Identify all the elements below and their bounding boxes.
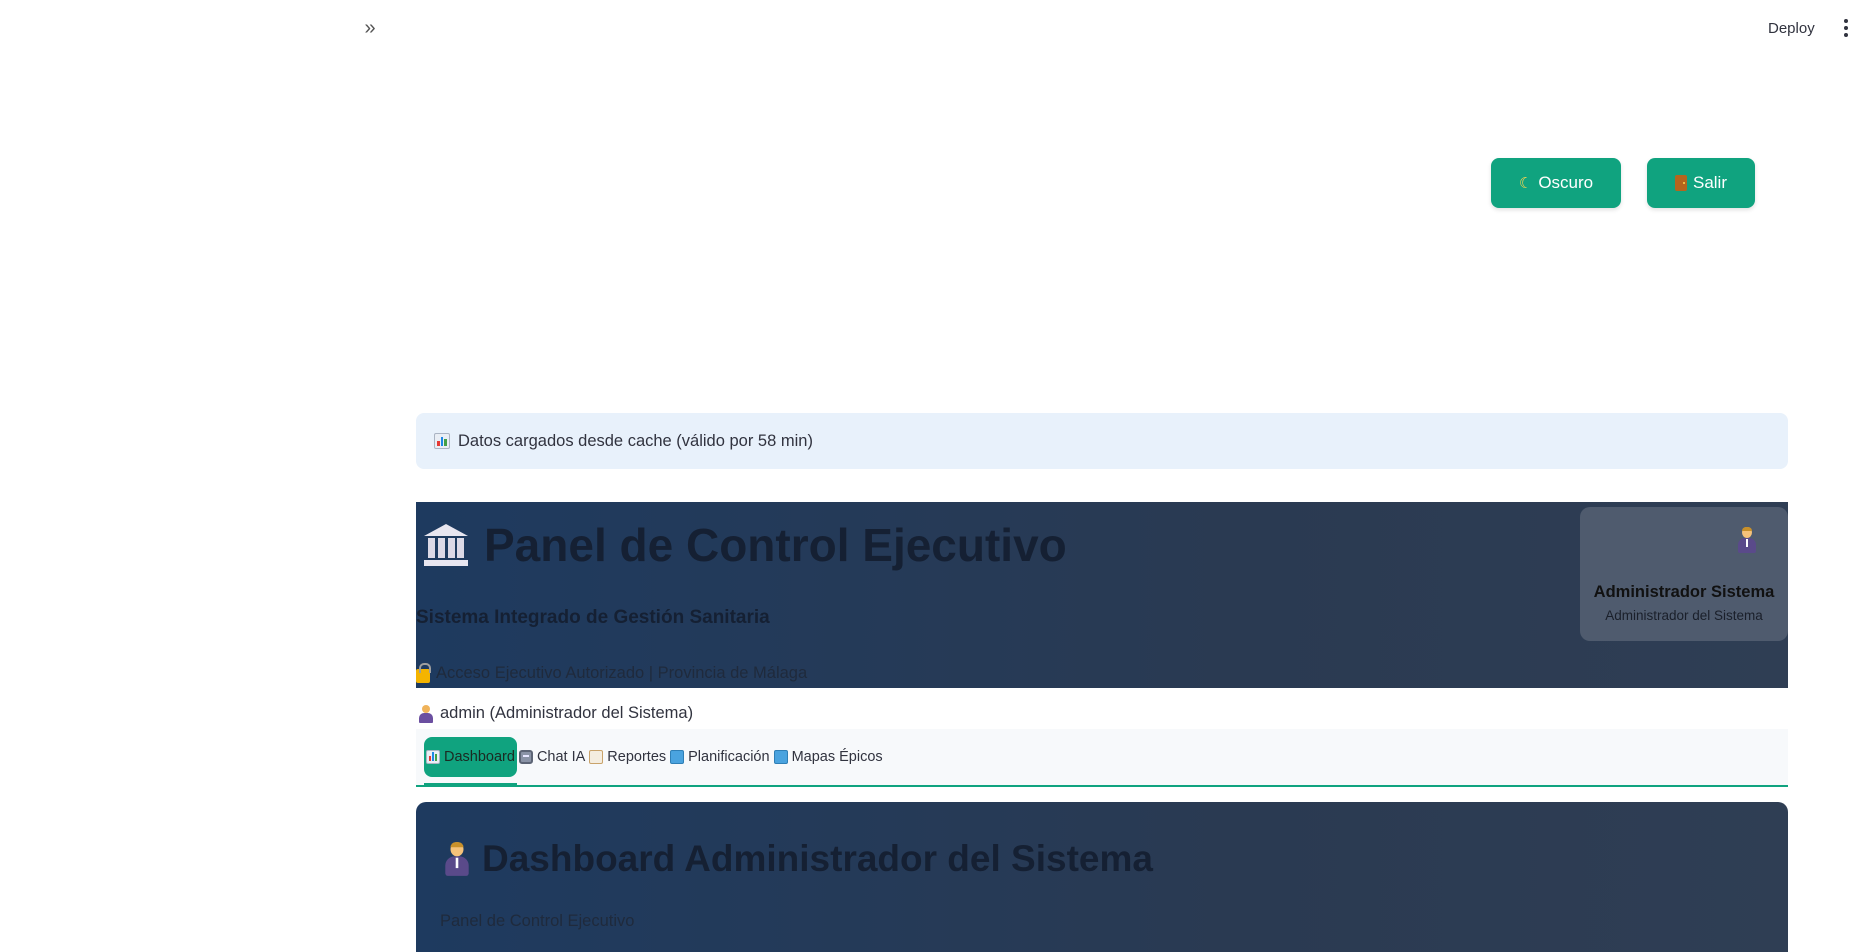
page-title-text: Panel de Control Ejecutivo [484, 519, 1067, 571]
businessman-icon [1736, 527, 1758, 553]
tab-planificacion[interactable]: Planificación [668, 737, 771, 777]
user-card: Administrador Sistema Administrador del … [1580, 507, 1788, 641]
chart-icon [434, 433, 450, 449]
tab-mapas-epicos[interactable]: Mapas Épicos [772, 737, 885, 777]
clipboard-icon [589, 750, 604, 764]
bank-icon [424, 524, 468, 566]
cache-info-text: Datos cargados desde cache (válido por 5… [458, 431, 813, 450]
access-line: Acceso Ejecutivo Autorizado | Provincia … [416, 662, 808, 683]
cache-info-alert: Datos cargados desde cache (válido por 5… [416, 413, 1788, 469]
tab-reportes[interactable]: Reportes [587, 737, 668, 777]
user-icon [418, 704, 434, 723]
tab-label: Dashboard [444, 749, 515, 765]
deploy-button[interactable]: Deploy [1760, 16, 1823, 40]
moon-icon: ☾ [1518, 175, 1533, 192]
map-icon [670, 750, 685, 764]
lock-icon [416, 662, 431, 683]
logged-in-user: admin (Administrador del Sistema) [418, 704, 693, 723]
main-tabs: Dashboard Chat IA Reportes Planificación… [416, 729, 1788, 787]
page-title: Panel de Control Ejecutivo [424, 518, 1067, 572]
tab-chat-ia[interactable]: Chat IA [517, 737, 587, 777]
tab-label: Mapas Épicos [791, 749, 883, 765]
tab-dashboard[interactable]: Dashboard [424, 737, 517, 786]
logout-button[interactable]: Salir [1647, 158, 1755, 208]
tab-label: Chat IA [536, 749, 586, 765]
user-card-role: Administrador del Sistema [1605, 608, 1763, 623]
dashboard-title-text: Dashboard Administrador del Sistema [482, 838, 1153, 879]
chart-icon [426, 750, 440, 764]
door-icon [1674, 175, 1687, 191]
logged-in-text: admin (Administrador del Sistema) [440, 704, 694, 722]
user-card-name: Administrador Sistema [1593, 583, 1775, 601]
access-text: Acceso Ejecutivo Autorizado | Provincia … [436, 664, 808, 682]
businessman-icon [443, 842, 472, 876]
tab-label: Reportes [607, 749, 667, 765]
dark-mode-button[interactable]: ☾ Oscuro [1491, 158, 1621, 208]
page-subtitle: Sistema Integrado de Gestión Sanitaria [416, 607, 770, 628]
map-icon [773, 750, 788, 764]
more-options-icon[interactable] [1836, 14, 1856, 42]
dashboard-subtitle: Panel de Control Ejecutivo [440, 912, 635, 930]
dashboard-title: Dashboard Administrador del Sistema [443, 838, 1153, 880]
tab-label: Planificación [688, 749, 770, 765]
robot-icon [518, 750, 533, 764]
expand-sidebar-icon[interactable]: » [356, 14, 384, 42]
dark-mode-label: Oscuro [1538, 173, 1594, 192]
logout-label: Salir [1692, 173, 1727, 192]
